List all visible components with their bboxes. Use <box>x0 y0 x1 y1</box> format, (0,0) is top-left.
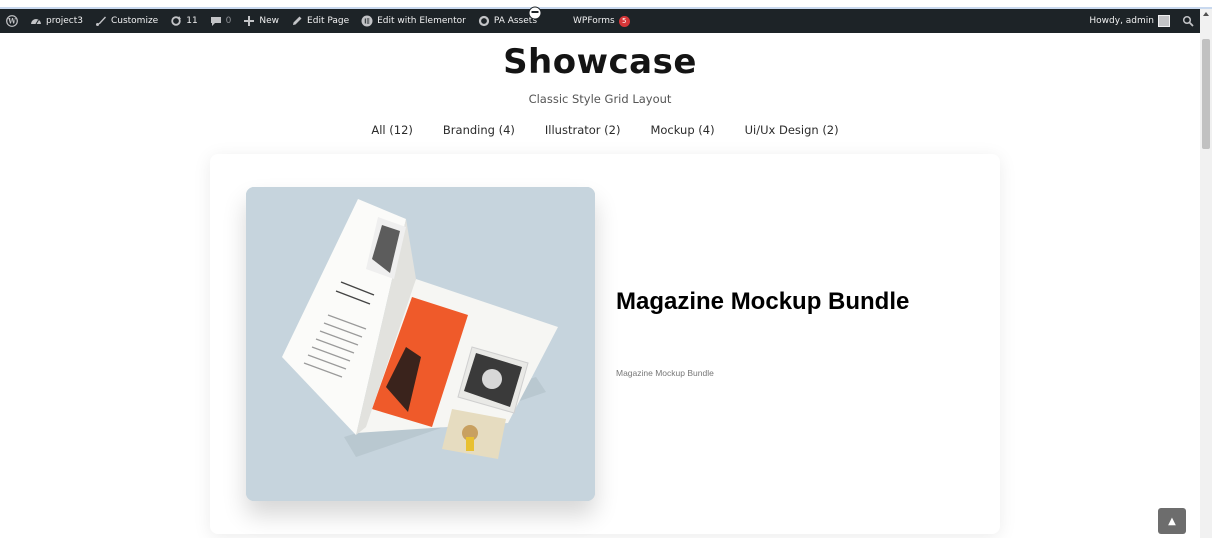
portfolio-item-description: Magazine Mockup Bundle <box>616 368 714 378</box>
page-scrollbar[interactable] <box>1200 9 1212 538</box>
comments-link[interactable]: 0 <box>204 9 238 33</box>
comments-count: 0 <box>225 16 232 26</box>
wpforms-label: WPForms <box>573 16 615 26</box>
filter-tab-uiux-design[interactable]: Ui/Ux Design (2) <box>745 123 839 137</box>
wp-admin-bar: W project3 Customize 11 0 New Edit Page … <box>0 9 1200 33</box>
howdy-label: Howdy, admin <box>1089 16 1154 26</box>
search-icon <box>1182 15 1194 27</box>
customize-label: Customize <box>110 16 159 26</box>
portfolio-item-image[interactable] <box>246 187 595 501</box>
portfolio-filter-tabs: All (12) Branding (4) Illustrator (2) Mo… <box>0 123 1210 137</box>
wpforms-menu[interactable]: WPForms 5 <box>567 9 636 33</box>
svg-text:W: W <box>7 17 16 26</box>
wp-logo-menu[interactable]: W <box>0 9 24 33</box>
plus-icon <box>244 16 255 26</box>
back-to-top-button[interactable]: ▲ <box>1158 508 1186 534</box>
filter-tab-illustrator[interactable]: Illustrator (2) <box>545 123 621 137</box>
edit-with-elementor-label: Edit with Elementor <box>377 16 466 26</box>
browser-top-edge <box>0 0 1212 9</box>
dashboard-icon <box>31 19 41 25</box>
pencil-icon <box>293 16 302 25</box>
edit-page-link[interactable]: Edit Page <box>285 9 355 33</box>
wpforms-notification-badge: 5 <box>618 15 630 27</box>
site-name-label: project3 <box>46 16 83 26</box>
admin-search[interactable] <box>1176 9 1200 33</box>
comment-icon <box>210 17 221 26</box>
updates-link[interactable]: 11 <box>164 9 203 33</box>
wordpress-icon: W <box>6 15 18 27</box>
edit-with-elementor-link[interactable]: Edit with Elementor <box>355 9 472 33</box>
brush-icon <box>95 16 106 26</box>
updates-count: 11 <box>186 16 198 26</box>
magazine-mockup-illustration <box>246 187 595 501</box>
page-title: Showcase <box>503 42 697 82</box>
my-account-menu[interactable]: Howdy, admin <box>1083 9 1176 33</box>
page-subtitle: Classic Style Grid Layout <box>528 92 672 106</box>
portfolio-item-card[interactable]: Magazine Mockup Bundle Magazine Mockup B… <box>210 154 1000 534</box>
chevron-up-icon: ▲ <box>1168 515 1176 527</box>
scroll-up-arrow-icon[interactable] <box>1203 12 1209 16</box>
new-content-menu[interactable]: New <box>237 9 285 33</box>
wpforms-bear-icon <box>528 6 542 20</box>
avatar <box>1158 15 1170 27</box>
updates-icon <box>171 16 182 26</box>
customize-link[interactable]: Customize <box>89 9 164 33</box>
portfolio-item-title[interactable]: Magazine Mockup Bundle <box>616 286 946 318</box>
filter-tab-mockup[interactable]: Mockup (4) <box>650 123 714 137</box>
elementor-icon <box>361 15 373 27</box>
edit-page-label: Edit Page <box>307 16 350 26</box>
filter-tab-branding[interactable]: Branding (4) <box>443 123 515 137</box>
pa-assets-icon <box>478 15 489 27</box>
filter-tab-all[interactable]: All (12) <box>371 123 413 137</box>
site-name-menu[interactable]: project3 <box>24 9 89 33</box>
new-label: New <box>259 16 280 26</box>
